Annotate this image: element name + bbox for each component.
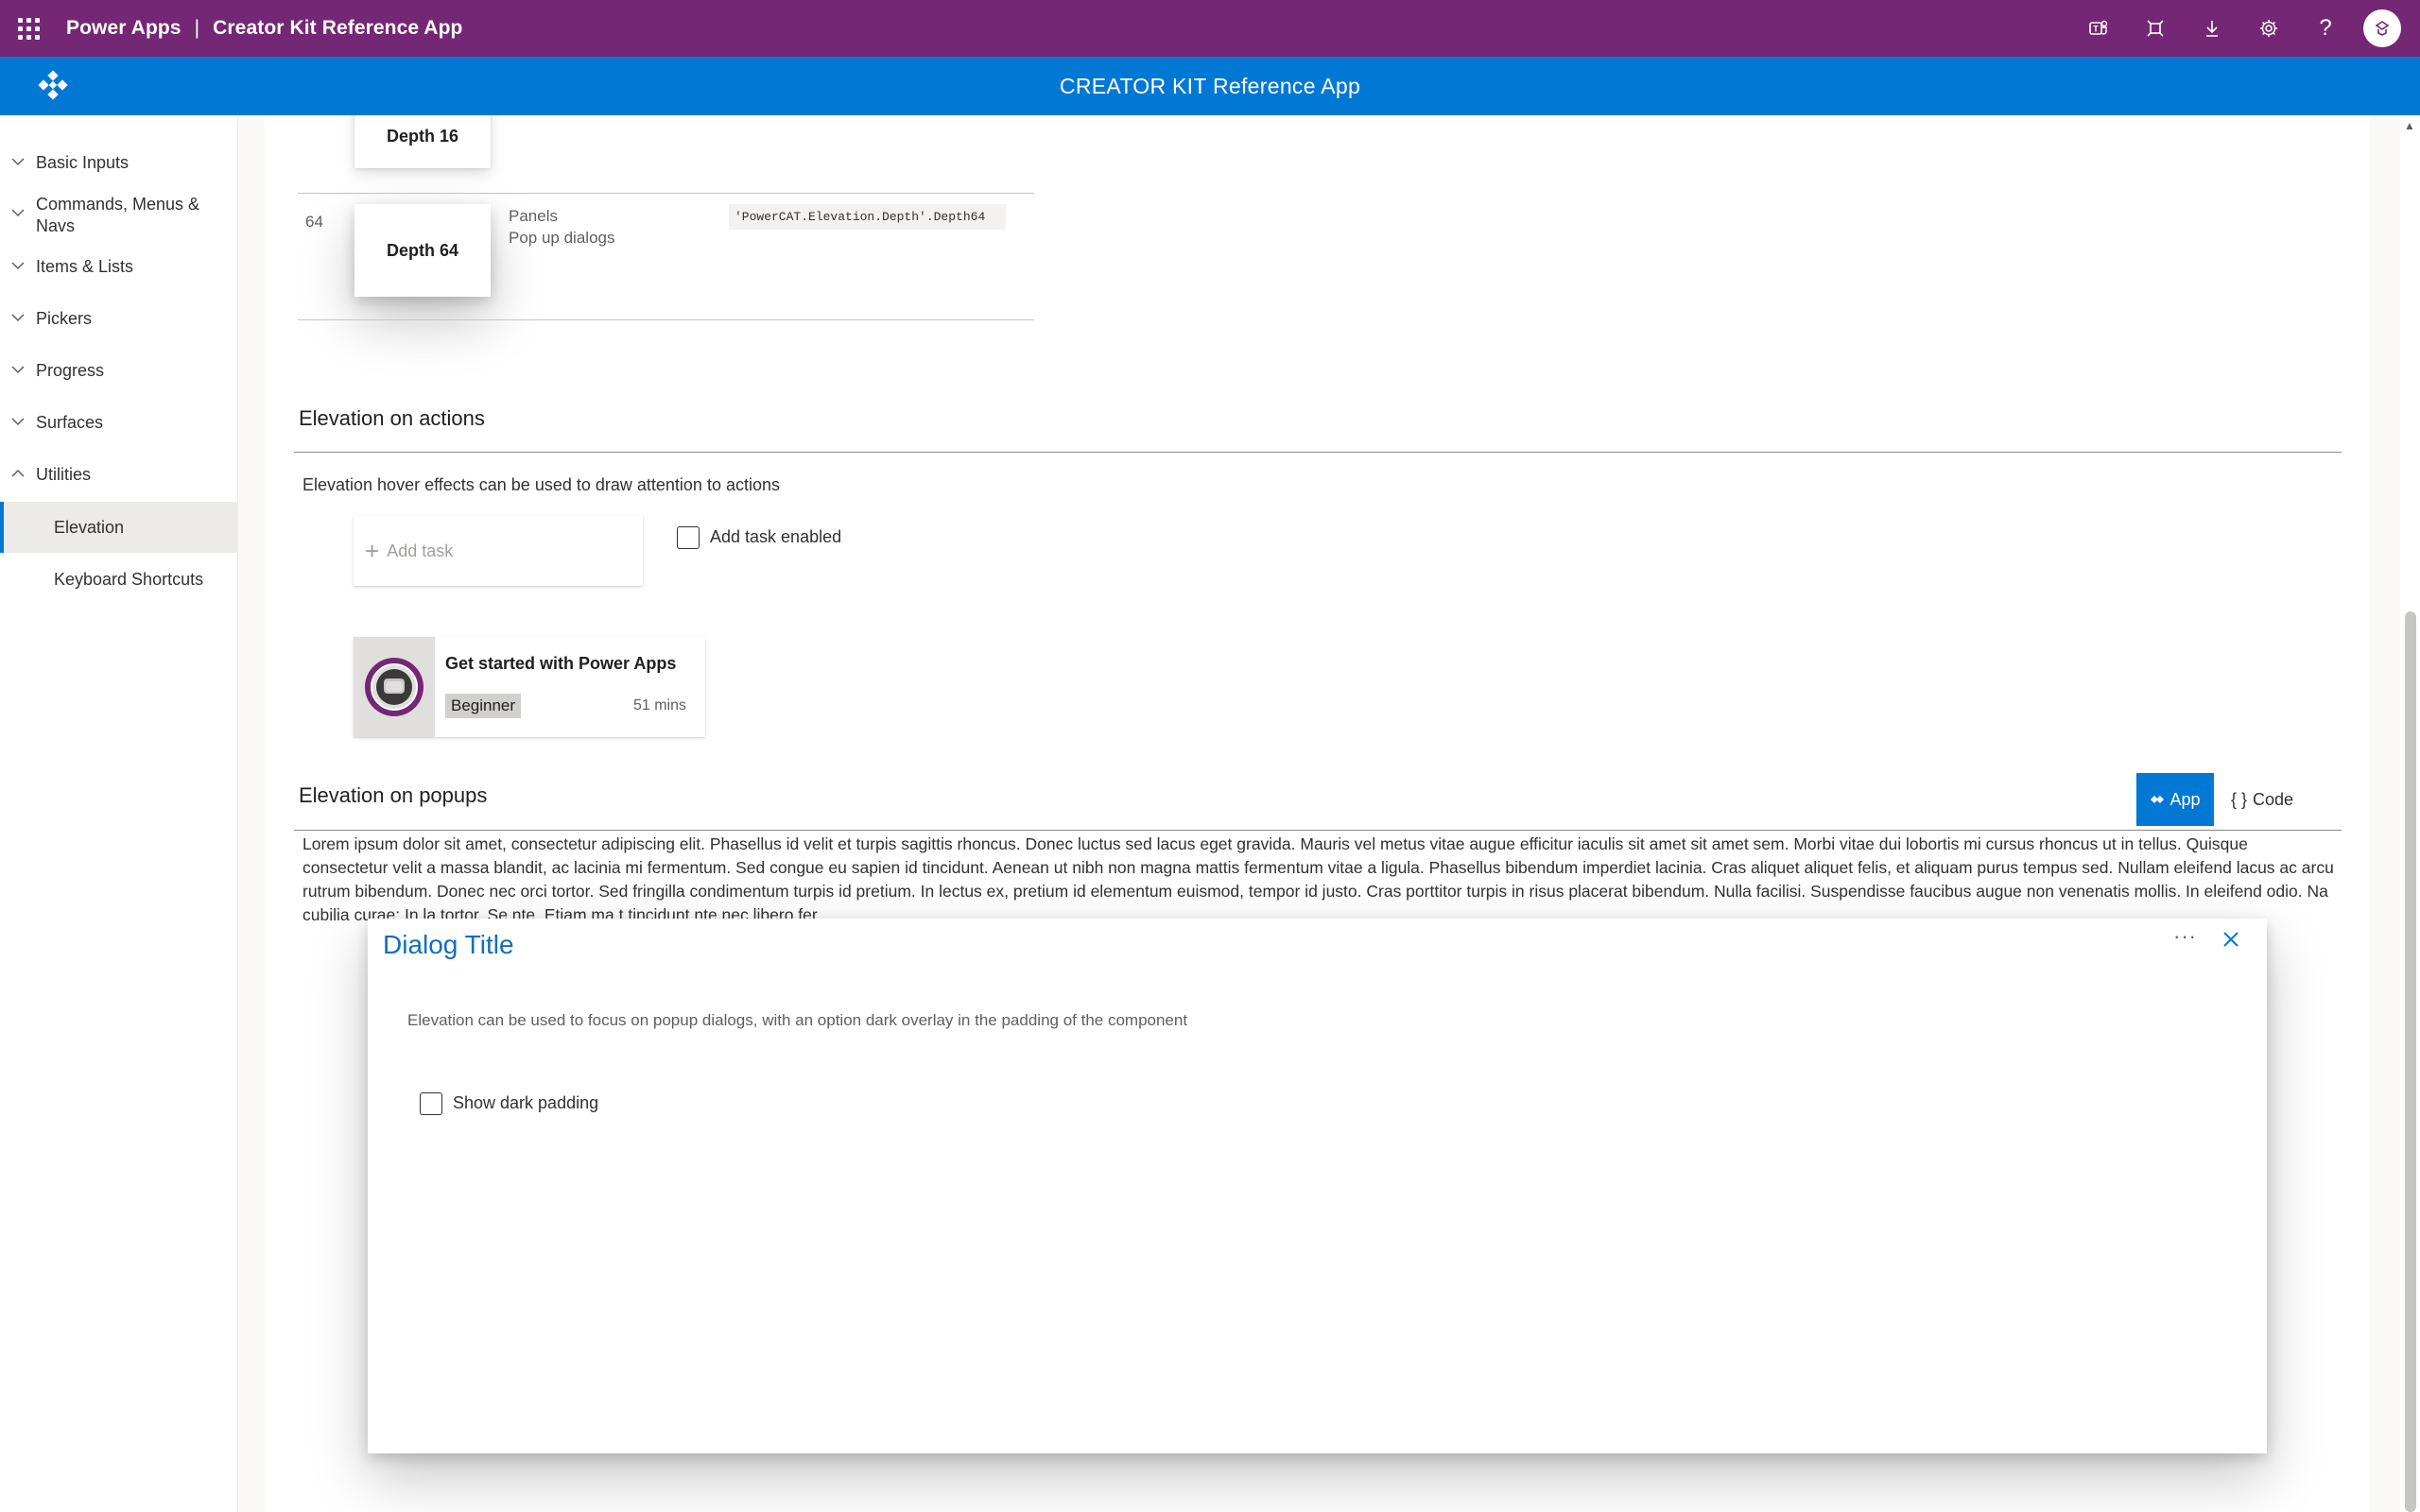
nav-group-basic-inputs[interactable]: Basic Inputs — [0, 152, 238, 174]
chevron-down-icon — [0, 152, 36, 169]
sidebar-item-keyboard-shortcuts[interactable]: Keyboard Shortcuts — [0, 554, 238, 605]
view-code-toggle[interactable]: { } Code — [2223, 773, 2301, 826]
depth-usage: Panels Pop up dialogs — [509, 205, 614, 249]
course-thumbnail — [354, 637, 435, 737]
nav-group-surfaces[interactable]: Surfaces — [0, 412, 238, 434]
depth-64-card: Depth 64 — [354, 204, 491, 297]
nav-group-utilities[interactable]: Utilities — [0, 464, 238, 486]
suite-title-separator: | — [194, 17, 200, 39]
suite-actions: T ? — [2070, 0, 2411, 57]
nav-group-label-line2: Navs — [36, 216, 76, 235]
dialog-description: Elevation can be used to focus on popup … — [407, 1011, 1188, 1029]
sidebar-item-label: Elevation — [54, 517, 125, 537]
depth-code-snippet[interactable]: 'PowerCAT.Elevation.Depth'.Depth64 — [729, 204, 1006, 230]
fullscreen-button[interactable] — [2127, 0, 2184, 57]
app-launcher-button[interactable] — [0, 0, 57, 57]
section-title-popups: Elevation on popups — [299, 783, 488, 807]
help-icon: ? — [2319, 15, 2332, 41]
teams-button[interactable]: T — [2070, 0, 2127, 57]
view-code-label: Code — [2253, 789, 2294, 809]
scrollbar-thumb[interactable] — [2405, 611, 2416, 1512]
course-card[interactable]: Get started with Power Apps Beginner 51 … — [354, 637, 705, 737]
lorem-paragraph: Lorem ipsum dolor sit amet, consectetur … — [302, 834, 2334, 924]
suite-title: Power Apps | Creator Kit Reference App — [66, 17, 462, 40]
nav-group-label: Progress — [36, 361, 105, 380]
nav-group-items-lists[interactable]: Items & Lists — [0, 256, 238, 278]
download-button[interactable] — [2184, 0, 2240, 57]
section-title-actions: Elevation on actions — [299, 406, 485, 430]
nav-group-label: Utilities — [36, 465, 92, 484]
chevron-down-icon — [0, 194, 36, 220]
nav-group-label: Pickers — [36, 309, 93, 328]
course-title: Get started with Power Apps — [445, 654, 677, 673]
depth-value: 64 — [305, 213, 323, 231]
add-task-enabled-label: Add task enabled — [710, 527, 842, 546]
teams-icon: T — [2089, 20, 2108, 35]
sidebar-item-elevation[interactable]: Elevation — [0, 502, 238, 553]
section-divider — [294, 830, 2342, 831]
waffle-icon — [17, 17, 40, 40]
add-task-enabled-checkbox[interactable] — [677, 526, 700, 549]
nav-group-label-line1: Commands, Menus & — [36, 195, 200, 214]
user-avatar-icon — [2375, 21, 2390, 36]
suite-app-name[interactable]: Power Apps — [66, 17, 182, 39]
avatar — [2363, 9, 2401, 47]
account-button[interactable] — [2354, 0, 2411, 57]
depth-16-card: Depth 16 — [354, 115, 491, 168]
nav-group-progress[interactable]: Progress — [0, 360, 238, 382]
depth-card-label: Depth 64 — [386, 240, 459, 260]
course-duration: 51 mins — [632, 697, 686, 713]
more-options-icon[interactable]: ··· — [2173, 924, 2197, 949]
app-header: CREATOR KIT Reference App — [0, 57, 2420, 115]
chevron-down-icon — [0, 308, 36, 325]
power-apps-course-icon — [365, 658, 424, 716]
add-task-button[interactable]: + Add task — [354, 516, 643, 586]
nav-group-pickers[interactable]: Pickers — [0, 308, 238, 330]
dialog: Dialog Title ··· Elevation can be used t… — [368, 919, 2267, 1453]
svg-text:T: T — [2093, 25, 2099, 34]
nav-group-label: Commands, Menus & Navs — [36, 194, 199, 237]
plus-icon: + — [365, 536, 380, 565]
suite-bar: Power Apps | Creator Kit Reference App T ? — [0, 0, 2420, 57]
table-row-divider — [298, 193, 1034, 194]
code-braces-icon: { } — [2230, 789, 2247, 809]
app-view-icon — [2151, 796, 2165, 803]
depth-card-label: Depth 16 — [386, 126, 459, 146]
settings-button[interactable] — [2240, 0, 2297, 57]
section-divider — [294, 452, 2342, 453]
app-title: CREATOR KIT Reference App — [1059, 74, 1361, 98]
view-app-toggle[interactable]: App — [2136, 773, 2214, 826]
depth-usage-line: Pop up dialogs — [509, 229, 615, 247]
scroll-up-arrow-icon[interactable]: ▲ — [2404, 119, 2415, 132]
chevron-down-icon — [0, 360, 36, 377]
nav-group-label: Surfaces — [36, 413, 104, 432]
help-button[interactable]: ? — [2297, 0, 2354, 57]
add-task-label: Add task — [387, 541, 454, 560]
gear-icon — [2260, 20, 2277, 37]
chevron-up-icon — [0, 464, 36, 481]
chevron-down-icon — [0, 256, 36, 273]
nav-group-label: Basic Inputs — [36, 153, 130, 172]
sidebar-nav: Basic Inputs Commands, Menus & Navs Items… — [0, 115, 238, 1512]
depth-usage-line: Panels — [509, 207, 558, 225]
actions-description: Elevation hover effects can be used to d… — [302, 475, 780, 494]
close-icon[interactable] — [2220, 928, 2242, 951]
fullscreen-icon — [2147, 20, 2164, 37]
suite-app-title: Creator Kit Reference App — [213, 17, 463, 39]
sidebar-item-label: Keyboard Shortcuts — [54, 569, 204, 589]
show-dark-padding-label: Show dark padding — [453, 1093, 599, 1112]
course-level-badge: Beginner — [445, 694, 522, 718]
view-app-label: App — [2169, 789, 2201, 809]
download-icon — [2206, 21, 2218, 37]
table-row-divider — [298, 319, 1034, 320]
nav-group-label: Items & Lists — [36, 257, 134, 276]
dialog-title: Dialog Title — [383, 930, 514, 959]
page-scrollbar[interactable]: ▲ — [2400, 115, 2420, 1512]
nav-group-commands-menus-navs[interactable]: Commands, Menus & Navs — [0, 194, 238, 237]
chevron-down-icon — [0, 412, 36, 429]
show-dark-padding-checkbox[interactable] — [420, 1092, 442, 1115]
